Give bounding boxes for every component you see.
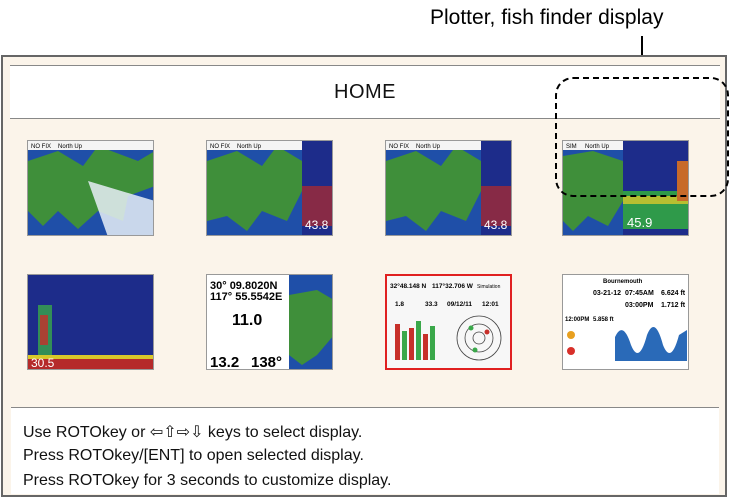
thumb-date: 03-21-12 (593, 290, 621, 297)
instruction-customize: Press ROTOkey for 3 seconds to customize… (23, 472, 392, 489)
thumb-lon: 117°32.706 W (432, 282, 474, 290)
thumb-pred-height: 5.858 ft (593, 317, 614, 323)
display-thumbnail-chart-fishfinder[interactable]: NO FIX North Up 43.8 (206, 140, 333, 236)
thumb-depth: 13.2 (210, 354, 239, 370)
thumb-mode: North Up (58, 144, 83, 150)
thumb-depth: 43.8 (305, 218, 329, 232)
thumb-depth: 43.8 (484, 218, 508, 232)
instruction-select: Use ROTOkey or ⇦⇧⇨⇩ keys to select displ… (23, 424, 363, 441)
thumb-high-tide: 07:45AM (625, 290, 654, 297)
thumb-status: NO FIX (389, 144, 409, 150)
thumb-low-height: 1.712 ft (661, 302, 686, 309)
thumb-place: Bournemouth (603, 279, 643, 285)
thumb-depth: 30.5 (31, 356, 55, 370)
thumb-date: 09/12/11 (447, 301, 472, 308)
thumb-cog: 138° (251, 354, 282, 370)
display-thumbnail-nav-data[interactable]: 30° 09.8020N 117° 55.5542E 11.0 13.2 138… (206, 274, 333, 370)
thumb-depth: 45.9 (627, 215, 652, 230)
display-thumbnail-instruments[interactable]: 32°48.148 N 117°32.706 W Simulation 1.8 … (385, 274, 512, 370)
thumb-sog: 11.0 (232, 312, 262, 329)
callout-label: Plotter, fish finder display (430, 6, 664, 29)
selected-display-frame (555, 77, 729, 197)
display-thumbnail-chart-fishfinder-2[interactable]: NO FIX North Up 43.8 (385, 140, 512, 236)
thumb-mode: Simulation (477, 284, 501, 290)
thumb-lon: 117° 55.5542E (210, 291, 282, 303)
thumb-time: 12:01 (482, 301, 499, 308)
instructions-panel: Use ROTOkey or ⇦⇧⇨⇩ keys to select displ… (11, 407, 719, 494)
thumb-status: NO FIX (210, 144, 230, 150)
thumb-high-height: 6.624 ft (661, 290, 686, 297)
thumb-v1: 1.8 (395, 301, 404, 308)
instruction-open: Press ROTOkey/[ENT] to open selected dis… (23, 447, 364, 464)
thumb-v2: 33.3 (425, 301, 438, 308)
thumb-lat: 32°48.148 N (390, 282, 427, 290)
thumb-low-tide: 03:00PM (625, 302, 654, 309)
thumb-pred-time: 12:00PM (565, 317, 589, 323)
thumb-status: NO FIX (31, 144, 51, 150)
display-thumbnail-tide[interactable]: Bournemouth 03-21-12 07:45AM 6.624 ft 03… (562, 274, 689, 370)
display-thumbnail-chart[interactable]: NO FIX North Up (27, 140, 154, 236)
thumb-mode: North Up (416, 144, 441, 150)
display-thumbnail-fishfinder[interactable]: 30.5 (27, 274, 154, 370)
thumb-mode: North Up (237, 144, 262, 150)
